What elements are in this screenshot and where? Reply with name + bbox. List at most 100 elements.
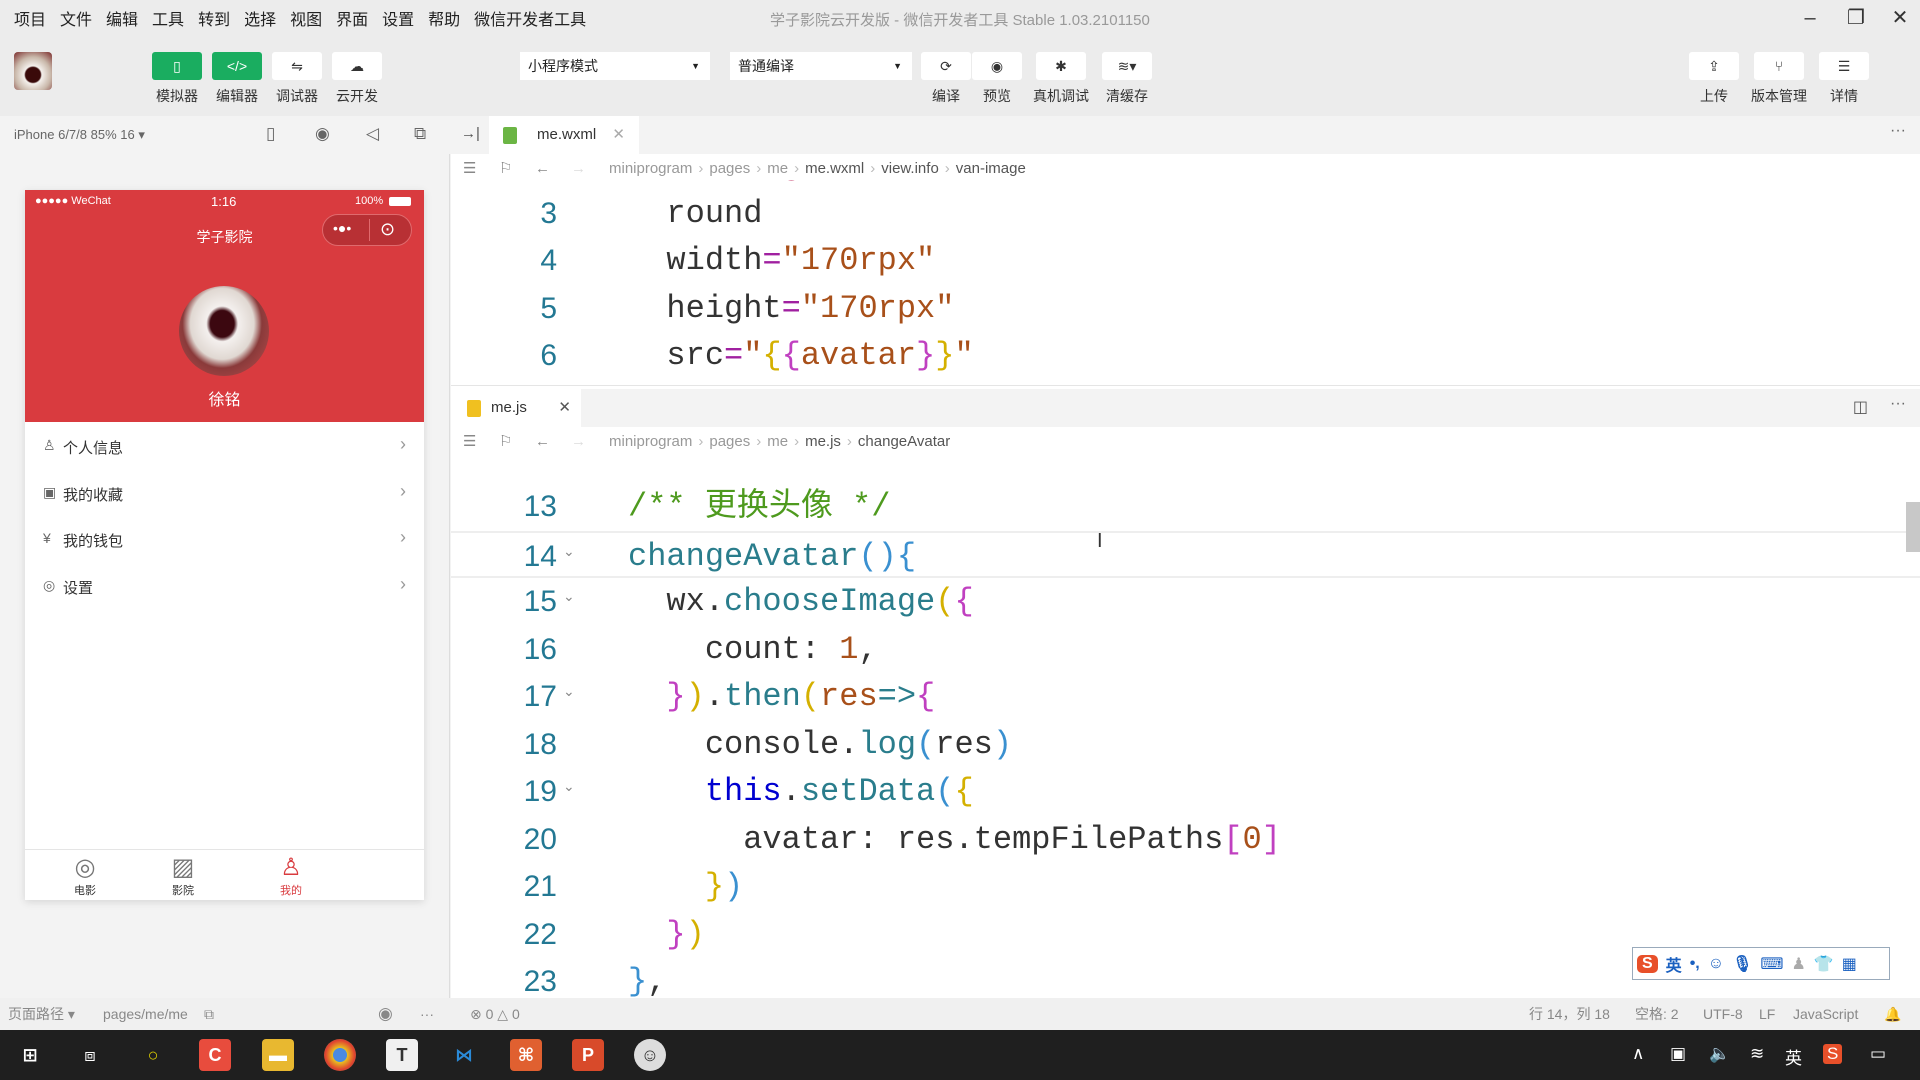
phone-button[interactable]: ▯ (152, 52, 202, 80)
scrollbar-thumb[interactable] (1906, 502, 1920, 552)
breadcrumb-item[interactable]: me (767, 433, 788, 450)
record-icon[interactable]: ◉ (315, 124, 330, 144)
tab-me-js[interactable]: me.js ✕ (451, 389, 581, 427)
split-editor-icon[interactable]: ◫ (1853, 397, 1868, 417)
breadcrumb-item[interactable]: me.wxml (805, 160, 864, 177)
more-icon[interactable]: ··· (420, 998, 434, 1030)
minimize-button[interactable]: – (1790, 4, 1830, 32)
powerpoint-icon[interactable]: P (572, 1039, 604, 1071)
menu-item[interactable]: 视图 (283, 6, 329, 30)
menu-item[interactable]: 界面 (329, 6, 375, 30)
close-miniprogram-icon[interactable]: ⊙ (380, 219, 395, 240)
phone-rotate-icon[interactable]: ▯ (266, 124, 275, 144)
popout-icon[interactable]: ⧉ (414, 124, 426, 144)
menu-item[interactable]: 帮助 (421, 6, 467, 30)
bug-button[interactable]: ✱ (1036, 52, 1086, 80)
user-avatar[interactable] (14, 52, 52, 90)
breadcrumb-item[interactable]: pages (709, 160, 750, 177)
page-path-select[interactable]: 页面路径 ▾ (8, 998, 75, 1030)
copy-icon[interactable]: ⧉ (204, 998, 214, 1030)
menu-item-favorites[interactable]: ▣ 我的收藏 › (25, 471, 424, 517)
device-select[interactable]: iPhone 6/7/8 85% 16 ▾ (14, 127, 145, 143)
volume-icon[interactable]: ◁ (366, 124, 379, 144)
tab-cinema[interactable]: ▨ 影院 (143, 854, 223, 898)
refresh-button[interactable]: ⟳ (921, 52, 971, 80)
breadcrumb-item[interactable]: me (767, 160, 788, 177)
keyboard-icon[interactable]: ⌨ (1760, 954, 1783, 974)
menu-item[interactable]: 文件 (53, 6, 99, 30)
windows-start-icon[interactable]: ⊞ (14, 1039, 46, 1071)
menu-item[interactable]: 编辑 (99, 6, 145, 30)
menu-button[interactable]: ☰ (1819, 52, 1869, 80)
breadcrumb-item[interactable]: miniprogram (609, 433, 692, 450)
indentation[interactable]: 空格: 2 (1635, 998, 1679, 1030)
eye-icon[interactable]: ◉ (378, 998, 393, 1030)
menu-item[interactable]: 转到 (191, 6, 237, 30)
emoji-icon[interactable]: ☺ (1708, 955, 1724, 973)
notifications-icon[interactable]: 🔔 (1884, 998, 1901, 1030)
app-orange-icon[interactable]: ⌘ (510, 1039, 542, 1071)
breadcrumb-item[interactable]: miniprogram (609, 160, 692, 177)
menu-item[interactable]: 微信开发者工具 (467, 6, 593, 30)
wifi-icon[interactable]: ≋ (1750, 1044, 1764, 1064)
maximize-button[interactable]: ❐ (1836, 4, 1876, 32)
branch-button[interactable]: ⑂ (1754, 52, 1804, 80)
tray-app-icon[interactable]: ▣ (1670, 1044, 1686, 1064)
capsule-menu[interactable]: •●• ⊙ (322, 214, 412, 246)
typora-icon[interactable]: T (386, 1039, 418, 1071)
close-window-button[interactable]: ✕ (1880, 4, 1920, 32)
apps-grid-icon[interactable]: ▦ (1842, 954, 1857, 974)
app-circle-icon[interactable]: ○ (137, 1039, 169, 1071)
ime-toolbar[interactable]: S 英 •, ☺ 🎙 ⌨ ♟ 👕 ▦ (1632, 947, 1890, 980)
input-language[interactable]: 英 (1785, 1044, 1802, 1069)
menu-item-settings[interactable]: ◎ 设置 › (25, 564, 424, 610)
mode-select[interactable]: 小程序模式 ▼ (520, 52, 710, 80)
fold-chevron-icon[interactable]: ⌄ (563, 529, 575, 577)
menu-item[interactable]: 设置 (375, 6, 421, 30)
user-icon[interactable]: ♟ (1791, 954, 1805, 974)
breadcrumb-item[interactable]: me.js (805, 433, 841, 450)
eye-button[interactable]: ◉ (972, 52, 1022, 80)
close-tab-icon[interactable]: ✕ (558, 389, 571, 427)
breadcrumb-item[interactable]: view.info (881, 160, 939, 177)
compile-select[interactable]: 普通编译 ▼ (730, 52, 912, 80)
encoding[interactable]: UTF-8 (1703, 998, 1743, 1030)
fold-chevron-icon[interactable]: ⌄ (563, 574, 575, 622)
breadcrumb-item[interactable]: changeAvatar (858, 433, 950, 450)
menu-item-wallet[interactable]: ¥ 我的钱包 › (25, 517, 424, 563)
cloud-button[interactable]: ☁ (332, 52, 382, 80)
app-c-icon[interactable]: C (199, 1039, 231, 1071)
punctuation-icon[interactable]: •, (1690, 955, 1700, 973)
tab-me-wxml[interactable]: me.wxml ✕ (489, 116, 639, 154)
volume-icon[interactable]: 🔈 (1709, 1044, 1730, 1064)
toggle-sidebar-icon[interactable]: →| (461, 125, 480, 142)
fold-chevron-icon[interactable]: ⌄ (563, 764, 575, 812)
problems-count[interactable]: ⊗ 0 △ 0 (470, 998, 520, 1030)
more-icon[interactable]: •●• (333, 220, 351, 236)
code-pane-wxml[interactable]: 2<van-image3 round4 width="170rpx"5 heig… (451, 180, 1920, 386)
sogou-tray-icon[interactable]: S (1823, 1044, 1843, 1064)
tab-movie[interactable]: ◎ 电影 (45, 854, 125, 898)
action-center-icon[interactable]: ▭ (1870, 1044, 1886, 1064)
menu-item-user[interactable]: ♙ 个人信息 › (25, 424, 424, 470)
tab-me[interactable]: ♙ 我的 (251, 854, 331, 898)
code-pane-js[interactable]: 13/** 更换头像 */14 ⌄ changeAvatar(){15 ⌄ wx.ch… (451, 453, 1920, 998)
cursor-position[interactable]: 行 14，列 18 (1529, 998, 1610, 1030)
chrome-icon[interactable] (324, 1039, 356, 1071)
fold-chevron-icon[interactable]: ⌄ (563, 669, 575, 717)
menu-item[interactable]: 选择 (237, 6, 283, 30)
microphone-icon[interactable]: 🎙 (1732, 954, 1752, 974)
skin-icon[interactable]: 👕 (1814, 954, 1834, 974)
menu-item[interactable]: 工具 (145, 6, 191, 30)
close-tab-icon[interactable]: ✕ (612, 116, 625, 154)
task-view-icon[interactable]: ⧈ (74, 1039, 106, 1071)
layers-button[interactable]: ≋▾ (1102, 52, 1152, 80)
code-button[interactable]: </> (212, 52, 262, 80)
avatar-image[interactable] (179, 286, 269, 376)
menu-item[interactable]: 项目 (0, 6, 53, 30)
vscode-icon[interactable]: ⋈ (448, 1039, 480, 1071)
debug-toggle-button[interactable]: ⇋ (272, 52, 322, 80)
ime-mode[interactable]: 英 (1666, 952, 1682, 976)
upload-button[interactable]: ⇪ (1689, 52, 1739, 80)
wechat-devtools-icon[interactable]: ☺ (634, 1039, 666, 1071)
